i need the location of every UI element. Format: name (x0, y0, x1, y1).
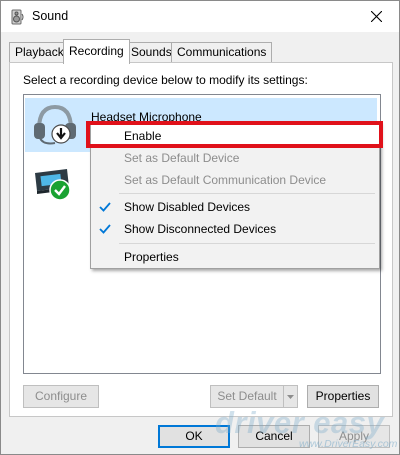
menu-item-show-disabled-devices[interactable]: Show Disabled Devices (91, 196, 379, 218)
speaker-app-icon (10, 9, 26, 25)
set-default-button[interactable]: Set Default (210, 385, 284, 408)
window-title: Sound (32, 9, 69, 23)
menu-item-label: Set as Default Communication Device (124, 173, 327, 187)
properties-button[interactable]: Properties (307, 385, 379, 408)
apply-button[interactable]: Apply (318, 425, 390, 448)
tab-playback[interactable]: Playback (9, 42, 70, 63)
chevron-down-icon (287, 395, 294, 399)
title-bar: Sound (1, 1, 399, 32)
menu-item-label: Show Disconnected Devices (124, 222, 277, 236)
green-check-badge-icon (49, 179, 71, 204)
menu-separator (119, 243, 375, 244)
tab-recording[interactable]: Recording (63, 39, 130, 64)
menu-item-set-default-device[interactable]: Set as Default Device (91, 147, 379, 169)
menu-item-label: Properties (124, 250, 179, 264)
instruction-text: Select a recording device below to modif… (23, 73, 308, 87)
close-icon (371, 11, 382, 22)
down-arrow-badge-icon (51, 124, 71, 147)
close-button[interactable] (355, 1, 399, 32)
tab-communications[interactable]: Communications (171, 42, 273, 63)
cancel-button[interactable]: Cancel (238, 425, 310, 448)
menu-item-set-default-communication-device[interactable]: Set as Default Communication Device (91, 169, 379, 191)
menu-separator (119, 193, 375, 194)
menu-item-properties[interactable]: Properties (91, 246, 379, 268)
checkmark-icon (99, 224, 111, 234)
menu-item-show-disconnected-devices[interactable]: Show Disconnected Devices (91, 218, 379, 240)
annotation-highlight-box (86, 121, 383, 148)
menu-item-label: Show Disabled Devices (124, 200, 251, 214)
configure-button[interactable]: Configure (23, 385, 99, 408)
checkmark-icon (99, 202, 111, 212)
tab-sounds[interactable]: Sounds (125, 42, 178, 63)
menu-item-label: Set as Default Device (124, 151, 240, 165)
set-default-dropdown-button[interactable] (283, 385, 298, 408)
ok-button[interactable]: OK (158, 425, 230, 448)
